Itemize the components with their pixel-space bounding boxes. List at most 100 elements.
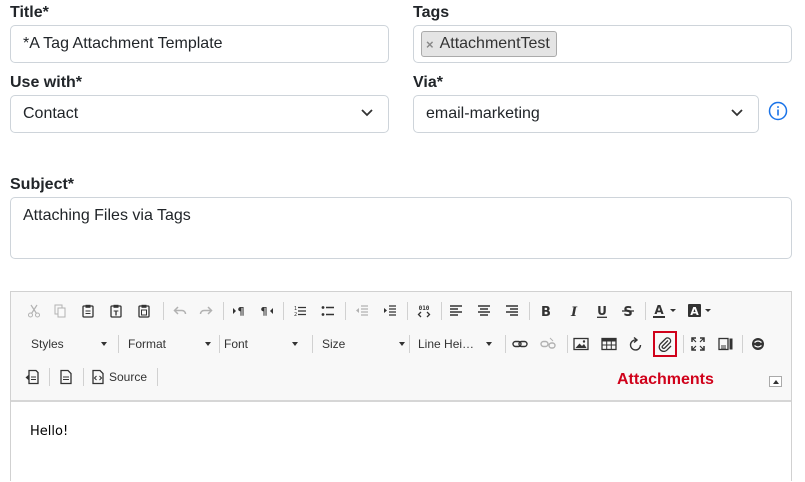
source-button[interactable]: Source [91, 366, 157, 388]
toolbar-separator [645, 302, 646, 320]
underline-icon: U [597, 304, 607, 318]
bulleted-list-button[interactable] [319, 300, 337, 322]
link-button[interactable] [511, 333, 529, 355]
toolbar-separator [223, 302, 224, 320]
link-icon [512, 340, 528, 348]
title-label: Title* [10, 4, 49, 21]
toolbar-separator [505, 335, 506, 353]
caret-down-icon [486, 342, 492, 346]
toolbar-row-1: T ¶ ¶ 12 010 B I U S A A [11, 300, 791, 330]
styles-dropdown[interactable]: Styles [23, 333, 111, 355]
underline-button[interactable]: U [593, 300, 611, 322]
scissors-icon [28, 304, 40, 318]
editor-body-text: Hello! [30, 424, 69, 439]
background-color-button[interactable]: A [686, 300, 716, 322]
line-height-dropdown[interactable]: Line Hei… [412, 333, 496, 355]
align-center-button[interactable] [475, 300, 493, 322]
bold-button[interactable]: B [537, 300, 555, 322]
paste-word-button[interactable] [135, 300, 153, 322]
editor-content-area[interactable]: Hello! [11, 400, 791, 482]
redo-button[interactable] [197, 300, 215, 322]
maximize-button[interactable] [689, 333, 707, 355]
via-select[interactable]: email-marketing [413, 95, 759, 133]
toolbar-separator [312, 335, 313, 353]
chevron-down-icon [361, 109, 373, 117]
italic-button[interactable]: I [565, 300, 583, 322]
unlink-icon [540, 337, 556, 349]
subject-textarea[interactable]: Attaching Files via Tags [10, 197, 792, 259]
caret-down-icon [205, 342, 211, 346]
strikethrough-button[interactable]: S [619, 300, 637, 322]
unlink-button[interactable] [539, 333, 557, 355]
via-value: email-marketing [426, 105, 540, 122]
paste-button[interactable] [79, 300, 97, 322]
iframe-button[interactable] [627, 333, 645, 355]
copy-icon [54, 304, 66, 318]
table-button[interactable] [600, 333, 618, 355]
use-with-label: Use with* [10, 74, 83, 91]
source-button-label: Source [109, 370, 148, 384]
new-page-button[interactable] [57, 366, 75, 388]
toolbar-separator [283, 302, 284, 320]
remove-tag-icon[interactable]: × [426, 37, 434, 52]
via-label: Via* [413, 74, 443, 91]
format-dropdown[interactable]: Format [121, 333, 215, 355]
image-button[interactable] [572, 333, 590, 355]
tags-input[interactable]: × AttachmentTest [413, 25, 792, 63]
chevron-down-icon [731, 109, 743, 117]
toolbar-separator [683, 335, 684, 353]
align-left-button[interactable] [447, 300, 465, 322]
undo-icon [173, 306, 187, 315]
use-with-value: Contact [23, 105, 79, 122]
caret-down-icon [292, 342, 298, 346]
svg-text:¶: ¶ [238, 305, 245, 318]
svg-text:A: A [690, 305, 699, 318]
about-button[interactable] [749, 333, 767, 355]
undo-button[interactable] [171, 300, 189, 322]
svg-text:U: U [597, 304, 607, 318]
title-value: *A Tag Attachment Template [23, 35, 223, 52]
copy-button[interactable] [51, 300, 69, 322]
size-dropdown-label: Size [322, 337, 346, 351]
paste-text-button[interactable]: T [107, 300, 125, 322]
align-right-button[interactable] [503, 300, 521, 322]
ltr-button[interactable]: ¶ [231, 300, 249, 322]
clipboard-icon [82, 304, 94, 318]
source-code-icon [92, 369, 104, 385]
toolbar-separator [345, 302, 346, 320]
indent-button[interactable] [381, 300, 399, 322]
toolbar-separator [157, 368, 158, 386]
toolbar-separator [742, 335, 743, 353]
collapse-toolbar-button[interactable] [769, 376, 782, 387]
outdent-button[interactable] [353, 300, 371, 322]
toolbar-separator [441, 302, 442, 320]
toolbar-separator [407, 302, 408, 320]
code-snippet-icon: 010 [417, 305, 431, 318]
text-color-button[interactable]: A [651, 300, 681, 322]
document-icon [60, 369, 72, 385]
editor-toolbar: T ¶ ¶ 12 010 B I U S A A Styles Format F… [11, 292, 791, 400]
templates-icon [25, 369, 39, 385]
align-left-icon [450, 305, 462, 316]
line-height-dropdown-label: Line Hei… [418, 337, 475, 351]
align-right-icon [506, 305, 518, 316]
bulleted-list-icon [321, 306, 334, 316]
info-icon[interactable] [768, 101, 788, 121]
text-color-icon: A [653, 303, 676, 318]
attachment-button[interactable] [653, 331, 677, 357]
show-blocks-button[interactable] [717, 333, 735, 355]
toolbar-separator [163, 302, 164, 320]
title-input[interactable]: *A Tag Attachment Template [10, 25, 389, 63]
rtl-button[interactable]: ¶ [257, 300, 275, 322]
size-dropdown[interactable]: Size [315, 333, 409, 355]
code-snippet-button[interactable]: 010 [415, 300, 433, 322]
use-with-select[interactable]: Contact [10, 95, 389, 133]
background-color-icon: A [688, 304, 711, 318]
template-button[interactable] [23, 366, 41, 388]
font-dropdown[interactable]: Font [218, 333, 302, 355]
align-center-icon [478, 305, 490, 316]
redo-icon [199, 306, 213, 315]
numbered-list-button[interactable]: 12 [291, 300, 309, 322]
tag-chip-label: AttachmentTest [439, 35, 550, 52]
cut-button[interactable] [25, 300, 43, 322]
